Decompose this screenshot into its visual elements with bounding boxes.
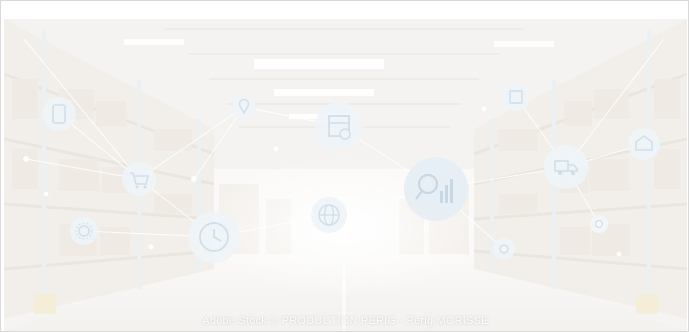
white-wash-overlay (4, 19, 687, 331)
warehouse-photo: Adobe Stock © PRODUCTION PERIG - Perig M… (4, 19, 687, 331)
image-frame: Adobe Stock © PRODUCTION PERIG - Perig M… (0, 0, 689, 332)
top-bar (1, 1, 688, 19)
photo-credit: Adobe Stock © PRODUCTION PERIG - Perig M… (202, 315, 489, 327)
